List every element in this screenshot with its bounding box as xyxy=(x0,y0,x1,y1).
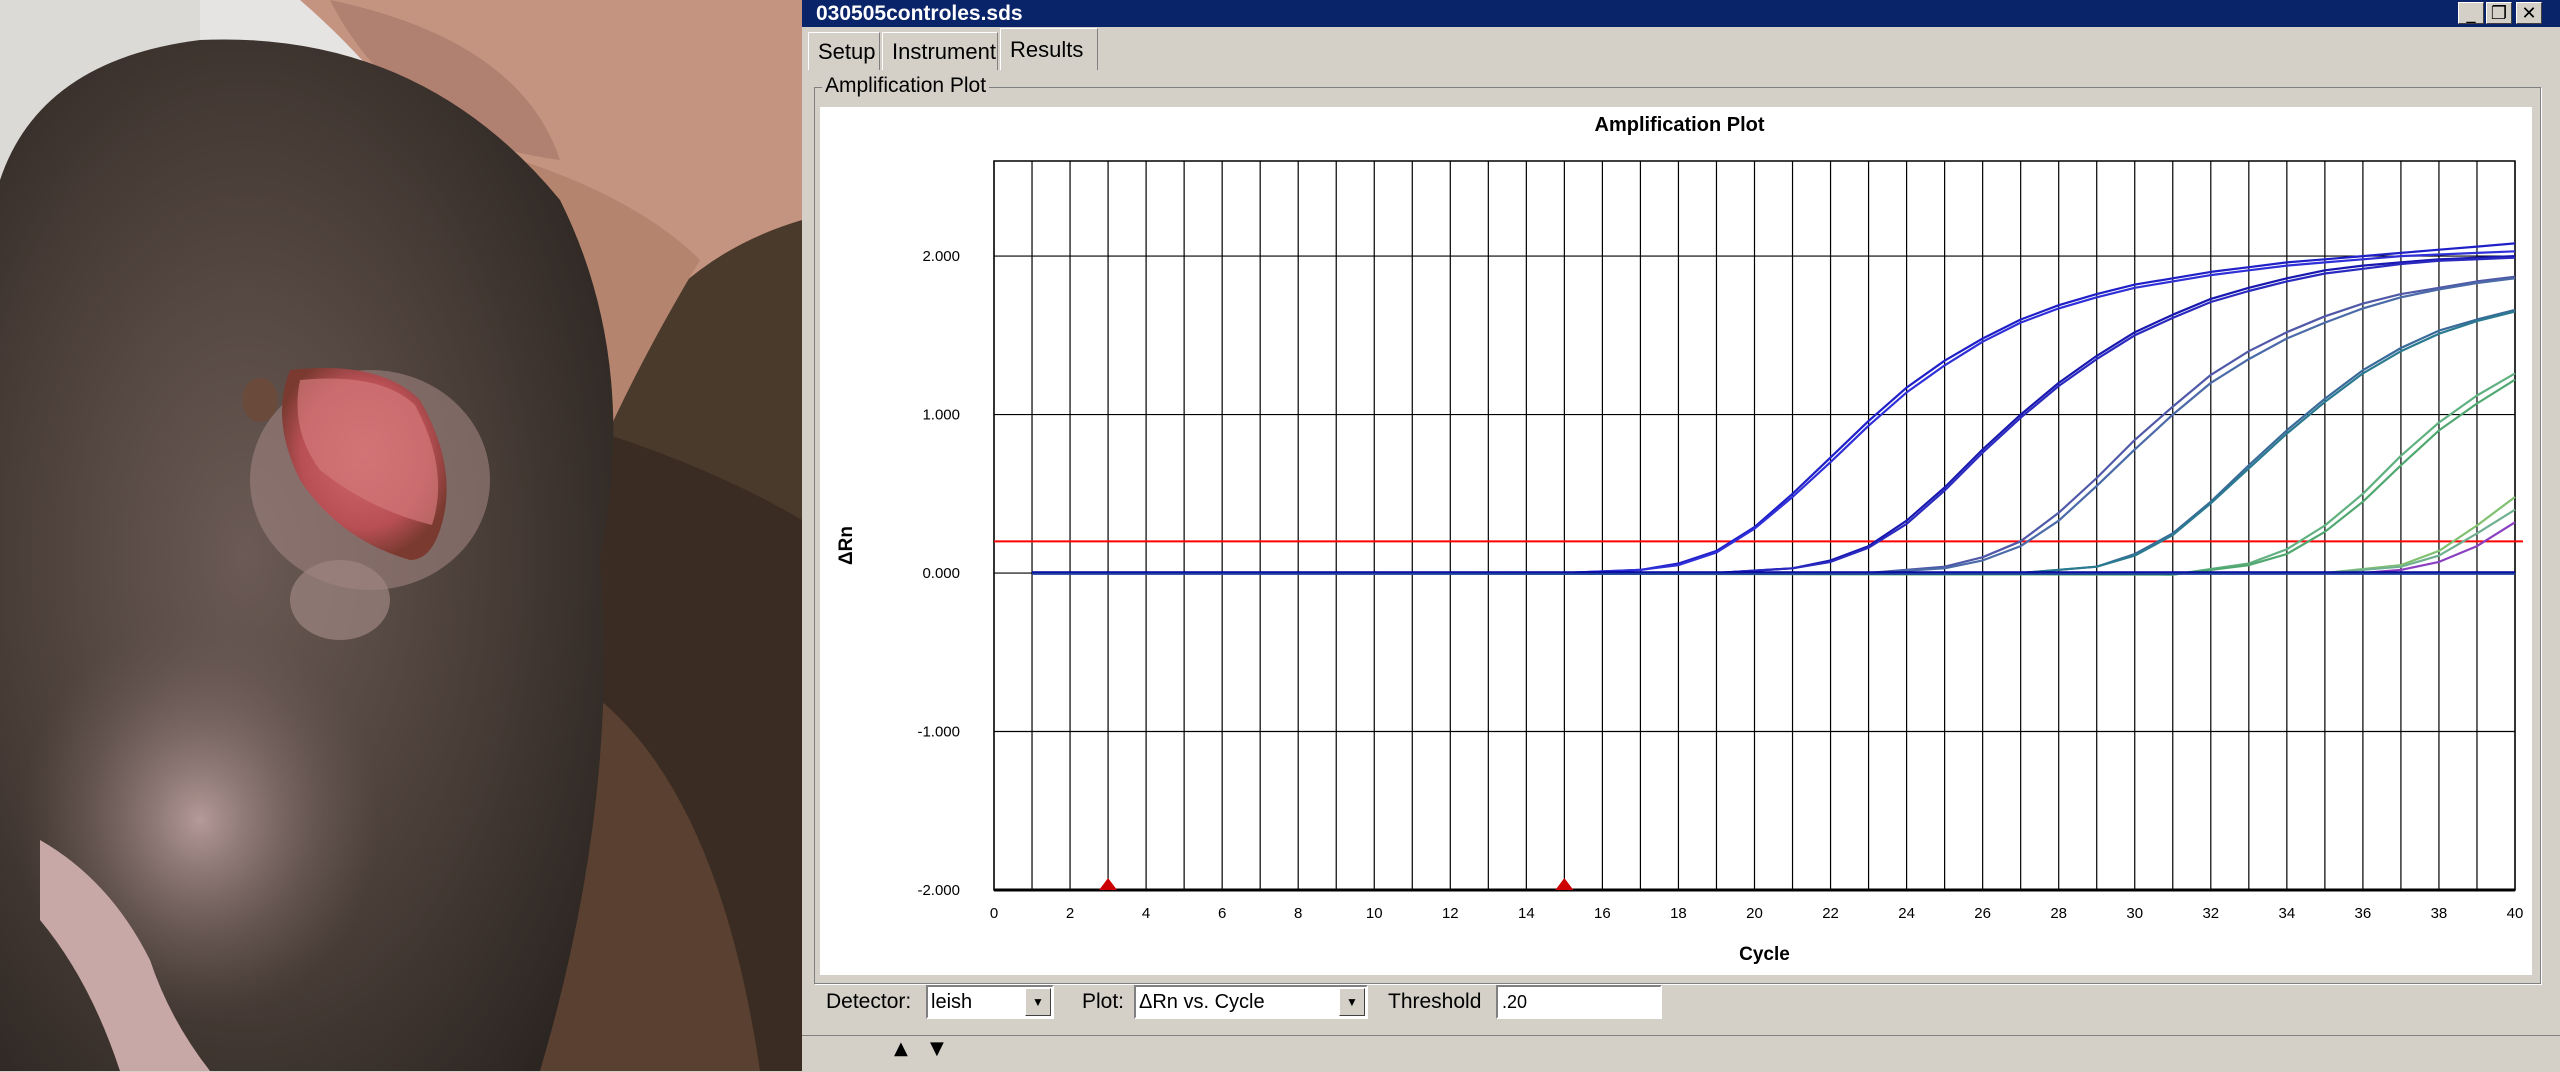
x-tick-label: 6 xyxy=(1218,905,1226,922)
amplification-curve xyxy=(1032,242,2516,575)
x-tick-label: 38 xyxy=(2431,905,2448,922)
plot-select[interactable]: ΔRn vs. Cycle ▼ xyxy=(1134,985,1368,1019)
amplification-curve xyxy=(1032,310,2516,575)
ear-wound-photo xyxy=(0,0,802,1071)
x-tick-label: 22 xyxy=(1822,905,1839,922)
baseline-marker xyxy=(1099,878,1118,890)
x-tick-label: 18 xyxy=(1670,905,1687,922)
y-tick-label: -2.000 xyxy=(917,882,960,899)
tab-setup[interactable]: Setup xyxy=(808,32,880,70)
x-tick-label: 8 xyxy=(1294,905,1302,922)
threshold-label: Threshold xyxy=(1388,990,1482,1013)
y-tick-label: 2.000 xyxy=(922,248,960,265)
y-tick-label: -1.000 xyxy=(917,724,960,741)
x-tick-label: 2 xyxy=(1066,905,1074,922)
bottom-scroll-bar[interactable] xyxy=(802,1035,2560,1072)
tab-instrument[interactable]: Instrument xyxy=(882,32,998,70)
amplification-curve xyxy=(1032,250,2516,575)
close-button[interactable]: ✕ xyxy=(2516,2,2542,24)
x-tick-label: 14 xyxy=(1518,905,1535,922)
threshold-input[interactable] xyxy=(1496,985,1662,1019)
y-tick-label: 1.000 xyxy=(922,407,960,424)
amplification-curve xyxy=(1031,372,2516,576)
baseline-marker xyxy=(1555,878,1574,890)
chart-title: Amplification Plot xyxy=(1595,114,1765,136)
amplification-curve xyxy=(1032,496,2516,575)
arrow-down-icon[interactable]: ▼ xyxy=(930,1038,944,1059)
x-tick-label: 40 xyxy=(2507,905,2524,922)
window-title: 030505controles.sds xyxy=(816,2,1023,25)
amplification-curve xyxy=(1032,308,2516,575)
tab-results[interactable]: Results xyxy=(1000,28,1098,70)
x-axis-label: Cycle xyxy=(1739,944,1790,965)
x-tick-label: 30 xyxy=(2126,905,2143,922)
detector-label: Detector: xyxy=(826,990,912,1013)
x-tick-label: 32 xyxy=(2202,905,2219,922)
y-axis-label: ΔRn xyxy=(836,526,857,565)
x-tick-label: 12 xyxy=(1442,905,1459,922)
x-tick-label: 16 xyxy=(1594,905,1611,922)
amplification-curve xyxy=(1032,521,2516,575)
x-tick-label: 4 xyxy=(1142,905,1150,922)
x-tick-label: 10 xyxy=(1366,905,1383,922)
plot-label: Plot: xyxy=(1082,990,1125,1013)
restore-button[interactable]: ❐ xyxy=(2486,2,2512,24)
x-tick-label: 24 xyxy=(1898,905,1915,922)
sds-application-window: 030505controles.sds _ ❐ ✕ Setup Instrume… xyxy=(802,0,2560,1072)
arrow-up-icon[interactable]: ▲ xyxy=(894,1038,908,1059)
amplification-chart[interactable]: Amplification Plot0 2 4 6 8 10 12 14 16 18 20 22 24 2… xyxy=(820,107,2532,975)
detector-select[interactable]: leish ▼ xyxy=(926,985,1054,1019)
chevron-down-icon[interactable]: ▼ xyxy=(1339,988,1365,1016)
x-tick-label: 20 xyxy=(1746,905,1763,922)
y-tick-label: 0.000 xyxy=(922,565,960,582)
amplification-curve xyxy=(1032,256,2516,575)
window-titlebar[interactable]: 030505controles.sds _ ❐ ✕ xyxy=(802,0,2560,27)
x-tick-label: 34 xyxy=(2279,905,2296,922)
chevron-down-icon[interactable]: ▼ xyxy=(1025,988,1051,1016)
minimize-button[interactable]: _ xyxy=(2458,2,2484,24)
plot-value: ΔRn vs. Cycle xyxy=(1139,991,1265,1013)
x-tick-label: 0 xyxy=(990,905,998,922)
plot-panel[interactable]: Amplification Plot 0 2 4 6 8 10 12 14 16 18 20 22 24 2… xyxy=(820,107,2532,975)
x-tick-label: 26 xyxy=(1974,905,1991,922)
group-label: Amplification Plot xyxy=(822,74,990,98)
x-tick-label: 28 xyxy=(2050,905,2067,922)
detector-value: leish xyxy=(931,991,973,1013)
x-tick-label: 36 xyxy=(2355,905,2372,922)
